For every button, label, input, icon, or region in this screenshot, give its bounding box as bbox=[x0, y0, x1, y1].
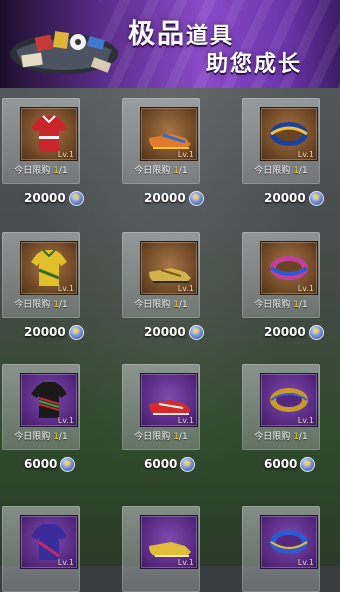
shop-item-card[interactable]: Lv.1 今日限购 1/1 bbox=[242, 98, 320, 184]
daily-limit-text: 今日限购 1/1 bbox=[122, 163, 200, 176]
buy-price-button[interactable]: 20000 ★ bbox=[24, 322, 84, 342]
item-level: Lv.1 bbox=[57, 416, 74, 425]
buy-price-button[interactable]: 6000 ★ bbox=[24, 454, 76, 474]
item-price: 20000 bbox=[264, 191, 306, 205]
item-thumbnail: Lv.1 bbox=[20, 107, 78, 161]
item-thumbnail: Lv.1 bbox=[140, 373, 198, 427]
item-thumbnail: Lv.1 bbox=[20, 515, 78, 569]
buy-price-button[interactable]: 20000 ★ bbox=[144, 322, 204, 342]
item-price: 6000 bbox=[264, 457, 298, 471]
item-level: Lv.1 bbox=[57, 150, 74, 159]
shop-item-card[interactable]: Lv.1 今日限购 1/1 bbox=[122, 364, 200, 450]
limit-count: /1 bbox=[178, 300, 188, 310]
item-thumbnail: Lv.1 bbox=[260, 107, 318, 161]
item-thumbnail: Lv.1 bbox=[140, 241, 198, 295]
sports-bag-icon bbox=[10, 31, 118, 74]
daily-limit-label: 今日限购 bbox=[254, 300, 291, 310]
coin-icon: ★ bbox=[68, 190, 84, 206]
shop-item-card[interactable]: Lv.1 今日限购 1/1 bbox=[2, 98, 80, 184]
coin-icon: ★ bbox=[60, 456, 76, 472]
daily-limit-label: 今日限购 bbox=[14, 432, 51, 442]
item-thumbnail: Lv.1 bbox=[260, 515, 318, 569]
item-price: 20000 bbox=[24, 325, 66, 339]
daily-limit-text: 今日限购 1/1 bbox=[2, 429, 80, 442]
shop-item-card[interactable]: Lv.1 bbox=[2, 506, 80, 592]
item-thumbnail: Lv.1 bbox=[140, 107, 198, 161]
daily-limit-label: 今日限购 bbox=[134, 166, 171, 176]
item-price: 20000 bbox=[264, 325, 306, 339]
coin-icon: ★ bbox=[180, 456, 196, 472]
daily-limit-text: 今日限购 1/1 bbox=[122, 297, 200, 310]
coin-icon: ★ bbox=[68, 324, 84, 340]
item-level: Lv.1 bbox=[177, 150, 194, 159]
item-level: Lv.1 bbox=[177, 416, 194, 425]
item-thumbnail: Lv.1 bbox=[20, 373, 78, 427]
item-thumbnail: Lv.1 bbox=[260, 241, 318, 295]
shop-item-card[interactable]: Lv.1 今日限购 1/1 bbox=[2, 364, 80, 450]
item-thumbnail: Lv.1 bbox=[20, 241, 78, 295]
buy-price-button[interactable]: 6000 ★ bbox=[144, 454, 196, 474]
shop-item-card[interactable]: Lv.1 今日限购 1/1 bbox=[2, 232, 80, 318]
daily-limit-label: 今日限购 bbox=[14, 300, 51, 310]
shop-item-card[interactable]: Lv.1 今日限购 1/1 bbox=[242, 232, 320, 318]
daily-limit-label: 今日限购 bbox=[254, 166, 291, 176]
daily-limit-text: 今日限购 1/1 bbox=[242, 163, 320, 176]
daily-limit-text: 今日限购 1/1 bbox=[2, 163, 80, 176]
coin-icon: ★ bbox=[308, 190, 324, 206]
buy-price-button[interactable]: 20000 ★ bbox=[24, 188, 84, 208]
coin-icon: ★ bbox=[188, 190, 204, 206]
daily-limit-text: 今日限购 1/1 bbox=[2, 297, 80, 310]
daily-limit-label: 今日限购 bbox=[254, 432, 291, 442]
banner-subtitle: 助您成长 bbox=[206, 52, 303, 77]
limit-count: /1 bbox=[298, 300, 308, 310]
coin-icon: ★ bbox=[300, 456, 316, 472]
shop-item-card[interactable]: Lv.1 bbox=[122, 506, 200, 592]
buy-price-button[interactable]: 6000 ★ bbox=[264, 454, 316, 474]
limit-count: /1 bbox=[178, 166, 188, 176]
promo-banner: 极品道具 助您成长 bbox=[0, 0, 340, 88]
buy-price-button[interactable]: 20000 ★ bbox=[144, 188, 204, 208]
daily-limit-label: 今日限购 bbox=[134, 432, 171, 442]
item-level: Lv.1 bbox=[297, 416, 314, 425]
item-price: 20000 bbox=[24, 191, 66, 205]
limit-count: /1 bbox=[178, 432, 188, 442]
buy-price-button[interactable]: 20000 ★ bbox=[264, 188, 324, 208]
item-price: 6000 bbox=[144, 457, 178, 471]
limit-count: /1 bbox=[58, 166, 68, 176]
daily-limit-text: 今日限购 1/1 bbox=[242, 429, 320, 442]
limit-count: /1 bbox=[298, 432, 308, 442]
item-level: Lv.1 bbox=[57, 284, 74, 293]
limit-count: /1 bbox=[58, 432, 68, 442]
daily-limit-label: 今日限购 bbox=[14, 166, 51, 176]
shop-item-card[interactable]: Lv.1 今日限购 1/1 bbox=[122, 232, 200, 318]
item-level: Lv.1 bbox=[177, 284, 194, 293]
item-price: 6000 bbox=[24, 457, 58, 471]
coin-icon: ★ bbox=[308, 324, 324, 340]
coin-icon: ★ bbox=[188, 324, 204, 340]
item-level: Lv.1 bbox=[297, 284, 314, 293]
item-price: 20000 bbox=[144, 325, 186, 339]
item-thumbnail: Lv.1 bbox=[260, 373, 318, 427]
daily-limit-label: 今日限购 bbox=[134, 300, 171, 310]
daily-limit-text: 今日限购 1/1 bbox=[122, 429, 200, 442]
item-level: Lv.1 bbox=[297, 150, 314, 159]
daily-limit-text: 今日限购 1/1 bbox=[242, 297, 320, 310]
item-thumbnail: Lv.1 bbox=[140, 515, 198, 569]
shop-item-card[interactable]: Lv.1 今日限购 1/1 bbox=[242, 364, 320, 450]
limit-count: /1 bbox=[298, 166, 308, 176]
buy-price-button[interactable]: 20000 ★ bbox=[264, 322, 324, 342]
item-price: 20000 bbox=[144, 191, 186, 205]
shop-item-card[interactable]: Lv.1 bbox=[242, 506, 320, 592]
limit-count: /1 bbox=[58, 300, 68, 310]
shop-item-card[interactable]: Lv.1 今日限购 1/1 bbox=[122, 98, 200, 184]
